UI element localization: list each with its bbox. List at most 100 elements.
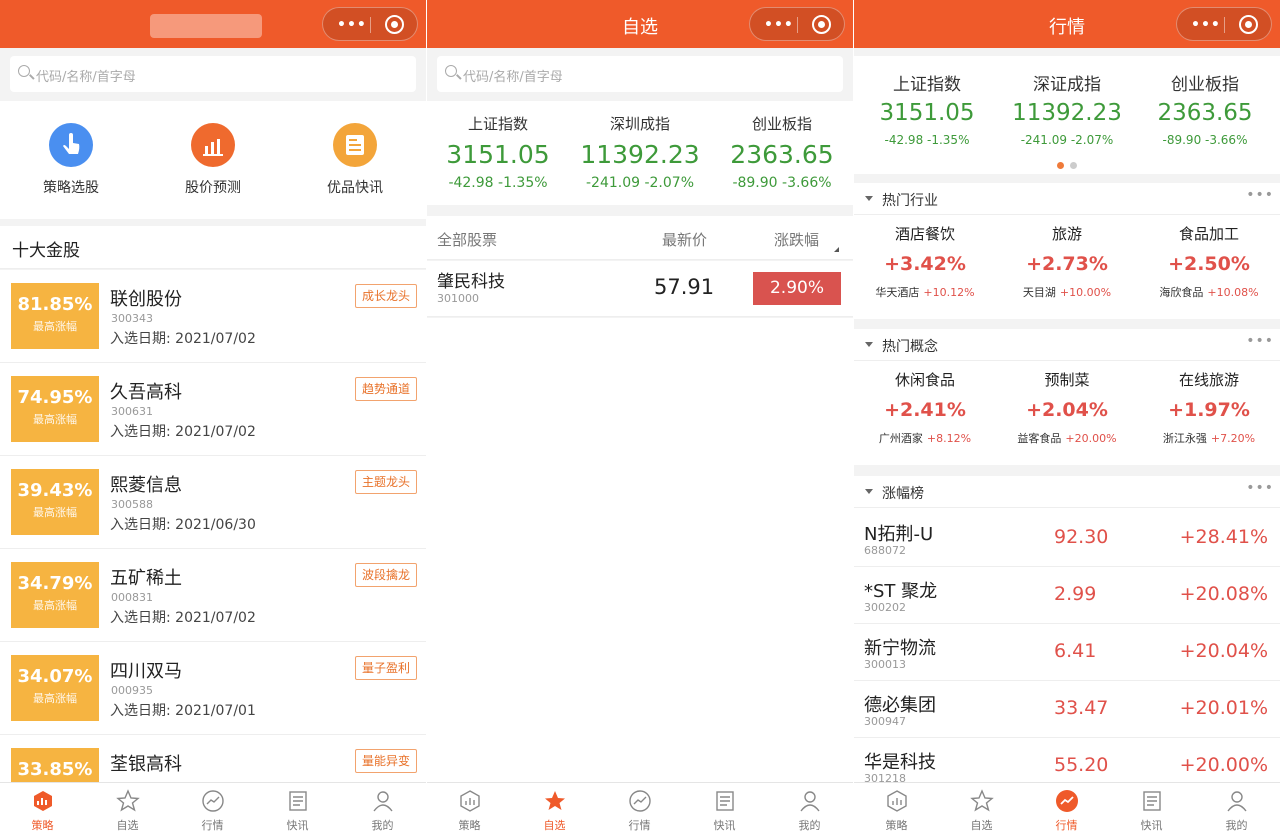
bar-chart-icon bbox=[191, 123, 235, 167]
collapse-triangle-icon bbox=[865, 196, 873, 201]
index-card[interactable]: 深圳成指 11392.23 -241.09 -2.07% bbox=[569, 113, 711, 191]
more-dots-icon[interactable]: ••• bbox=[1191, 17, 1221, 33]
list-item[interactable]: 34.07% 最高涨幅 四川双马 000935 入选日期: 2021/07/01 … bbox=[0, 642, 426, 735]
carousel-pager[interactable] bbox=[1054, 154, 1080, 173]
table-row[interactable]: N拓荆-U 688072 92.30 +28.41% bbox=[854, 510, 1280, 567]
all-stocks-filter[interactable]: 全部股票 bbox=[437, 229, 497, 250]
star-icon bbox=[115, 789, 140, 813]
search-placeholder: 代码/名称/首字母 bbox=[36, 70, 136, 85]
concept-cell[interactable]: 休闲食品 +2.41% 广州酒家 +8.12% bbox=[854, 369, 996, 446]
stock-code: 300631 bbox=[111, 405, 153, 418]
sort-icon bbox=[834, 247, 839, 252]
stock-name: 四川双马 bbox=[110, 661, 182, 682]
table-row[interactable]: 肇民科技 301000 57.91 2.90% bbox=[427, 261, 853, 317]
index-card[interactable]: 深证成指 11392.23 -241.09 -2.07% bbox=[996, 70, 1138, 147]
quick-news[interactable]: 优品快讯 bbox=[305, 123, 405, 197]
search-input[interactable]: 代码/名称/首字母 bbox=[10, 56, 416, 92]
more-icon[interactable]: ••• bbox=[1246, 333, 1274, 349]
watchlist-screen: 自选 ••• 代码/名称/首字母 上证指数 3151.05 -42.98 -1.… bbox=[427, 0, 853, 840]
tab-mine[interactable]: 我的 bbox=[1194, 789, 1279, 833]
section-header[interactable]: 热门行业 ••• bbox=[854, 183, 1280, 215]
user-profile-icon bbox=[798, 789, 822, 813]
quick-strategy-select[interactable]: 策略选股 bbox=[21, 123, 121, 197]
select-date: 入选日期: 2021/07/02 bbox=[110, 424, 256, 440]
index-card[interactable]: 上证指数 3151.05 -42.98 -1.35% bbox=[427, 113, 569, 191]
tab-market[interactable]: 行情 bbox=[597, 789, 682, 833]
pointer-hand-icon bbox=[49, 123, 93, 167]
tab-watchlist[interactable]: 自选 bbox=[939, 789, 1024, 833]
close-target-icon[interactable] bbox=[385, 15, 404, 34]
bottom-tab-bar: 策略 自选 行情 快讯 我的 bbox=[427, 782, 853, 840]
search-input[interactable]: 代码/名称/首字母 bbox=[437, 56, 843, 92]
price-column-header[interactable]: 最新价 bbox=[662, 229, 707, 250]
quick-label: 策略选股 bbox=[43, 180, 99, 196]
list-item[interactable]: 39.43% 最高涨幅 熙菱信息 300588 入选日期: 2021/06/30 … bbox=[0, 456, 426, 549]
quick-label: 优品快讯 bbox=[327, 180, 383, 196]
stock-name: 荃银高科 bbox=[110, 754, 182, 775]
tab-news[interactable]: 快讯 bbox=[255, 789, 340, 833]
trend-line-icon bbox=[628, 789, 652, 813]
miniprogram-capsule: ••• bbox=[1176, 7, 1272, 41]
more-dots-icon[interactable]: ••• bbox=[337, 17, 367, 33]
section-header[interactable]: 涨幅榜 ••• bbox=[854, 476, 1280, 508]
index-card[interactable]: 上证指数 3151.05 -42.98 -1.35% bbox=[856, 70, 998, 147]
max-gain-badge: 74.95% 最高涨幅 bbox=[11, 376, 99, 442]
tab-watchlist[interactable]: 自选 bbox=[512, 789, 597, 833]
change-column-header[interactable]: 涨跌幅 bbox=[774, 229, 819, 250]
table-row[interactable]: 德必集团 300947 33.47 +20.01% bbox=[854, 681, 1280, 738]
tab-strategy[interactable]: 策略 bbox=[0, 789, 85, 833]
empty-area bbox=[427, 318, 853, 782]
list-item[interactable]: 81.85% 最高涨幅 联创股份 300343 入选日期: 2021/07/02 … bbox=[0, 270, 426, 363]
strategy-chart-icon bbox=[458, 789, 482, 813]
index-card[interactable]: 创业板指 2363.65 -89.90 -3.66% bbox=[711, 113, 853, 191]
strategy-tag: 主题龙头 bbox=[354, 470, 417, 494]
news-list-icon bbox=[713, 789, 737, 813]
tab-mine[interactable]: 我的 bbox=[340, 789, 425, 833]
gainers-section: 涨幅榜 ••• bbox=[854, 476, 1280, 510]
hot-industry-section: 热门行业 ••• 酒店餐饮 +3.42% 华天酒店 +10.12% 旅游 +2.7… bbox=[854, 183, 1280, 319]
tab-news[interactable]: 快讯 bbox=[682, 789, 767, 833]
index-carousel: 上证指数 3151.05 -42.98 -1.35% 深证成指 11392.23… bbox=[854, 56, 1280, 174]
latest-price: 57.91 bbox=[654, 275, 715, 299]
stock-code: 300343 bbox=[111, 312, 153, 325]
table-row[interactable]: *ST 聚龙 300202 2.99 +20.08% bbox=[854, 567, 1280, 624]
star-icon bbox=[543, 789, 567, 813]
tab-news[interactable]: 快讯 bbox=[1109, 789, 1194, 833]
concept-cell[interactable]: 在线旅游 +1.97% 浙江永强 +7.20% bbox=[1138, 369, 1280, 446]
max-gain-badge: 81.85% 最高涨幅 bbox=[11, 283, 99, 349]
list-item[interactable]: 74.95% 最高涨幅 久吾高科 300631 入选日期: 2021/07/02 … bbox=[0, 363, 426, 456]
close-target-icon[interactable] bbox=[812, 15, 831, 34]
tab-watchlist[interactable]: 自选 bbox=[85, 789, 170, 833]
industry-cell[interactable]: 旅游 +2.73% 天目湖 +10.00% bbox=[996, 223, 1138, 300]
strategy-tag: 量子盈利 bbox=[354, 656, 417, 680]
index-card[interactable]: 创业板指 2363.65 -89.90 -3.66% bbox=[1134, 70, 1276, 147]
close-target-icon[interactable] bbox=[1239, 15, 1258, 34]
quick-price-forecast[interactable]: 股价预测 bbox=[163, 123, 263, 197]
gainers-list: N拓荆-U 688072 92.30 +28.41% *ST 聚龙 300202 2.… bbox=[854, 510, 1280, 795]
section-header[interactable]: 热门概念 ••• bbox=[854, 329, 1280, 361]
top-bar: ••• bbox=[0, 0, 426, 48]
table-row[interactable]: 新宁物流 300013 6.41 +20.04% bbox=[854, 624, 1280, 681]
capsule-divider bbox=[1224, 17, 1225, 33]
list-item[interactable]: 34.79% 最高涨幅 五矿稀土 000831 入选日期: 2021/07/02 … bbox=[0, 549, 426, 642]
tab-market[interactable]: 行情 bbox=[1024, 789, 1109, 833]
collapse-triangle-icon bbox=[865, 489, 873, 494]
more-icon[interactable]: ••• bbox=[1246, 480, 1274, 496]
strategy-tag: 趋势通道 bbox=[354, 377, 417, 401]
golden-stock-list: 81.85% 最高涨幅 联创股份 300343 入选日期: 2021/07/02 … bbox=[0, 270, 426, 828]
tab-strategy[interactable]: 策略 bbox=[854, 789, 939, 833]
tab-market[interactable]: 行情 bbox=[170, 789, 255, 833]
section-title: 十大金股 bbox=[12, 241, 80, 261]
watchlist-header: 全部股票 最新价 涨跌幅 bbox=[427, 216, 853, 260]
search-placeholder: 代码/名称/首字母 bbox=[463, 70, 563, 85]
stock-name: 肇民科技 bbox=[437, 272, 505, 292]
industry-cell[interactable]: 酒店餐饮 +3.42% 华天酒店 +10.12% bbox=[854, 223, 996, 300]
tab-strategy[interactable]: 策略 bbox=[427, 789, 512, 833]
more-icon[interactable]: ••• bbox=[1246, 187, 1274, 203]
news-list-icon bbox=[286, 789, 310, 813]
industry-cell[interactable]: 食品加工 +2.50% 海欣食品 +10.08% bbox=[1138, 223, 1280, 300]
more-dots-icon[interactable]: ••• bbox=[764, 17, 794, 33]
concept-cell[interactable]: 预制菜 +2.04% 益客食品 +20.00% bbox=[996, 369, 1138, 446]
tab-mine[interactable]: 我的 bbox=[767, 789, 852, 833]
quick-label: 股价预测 bbox=[185, 180, 241, 196]
